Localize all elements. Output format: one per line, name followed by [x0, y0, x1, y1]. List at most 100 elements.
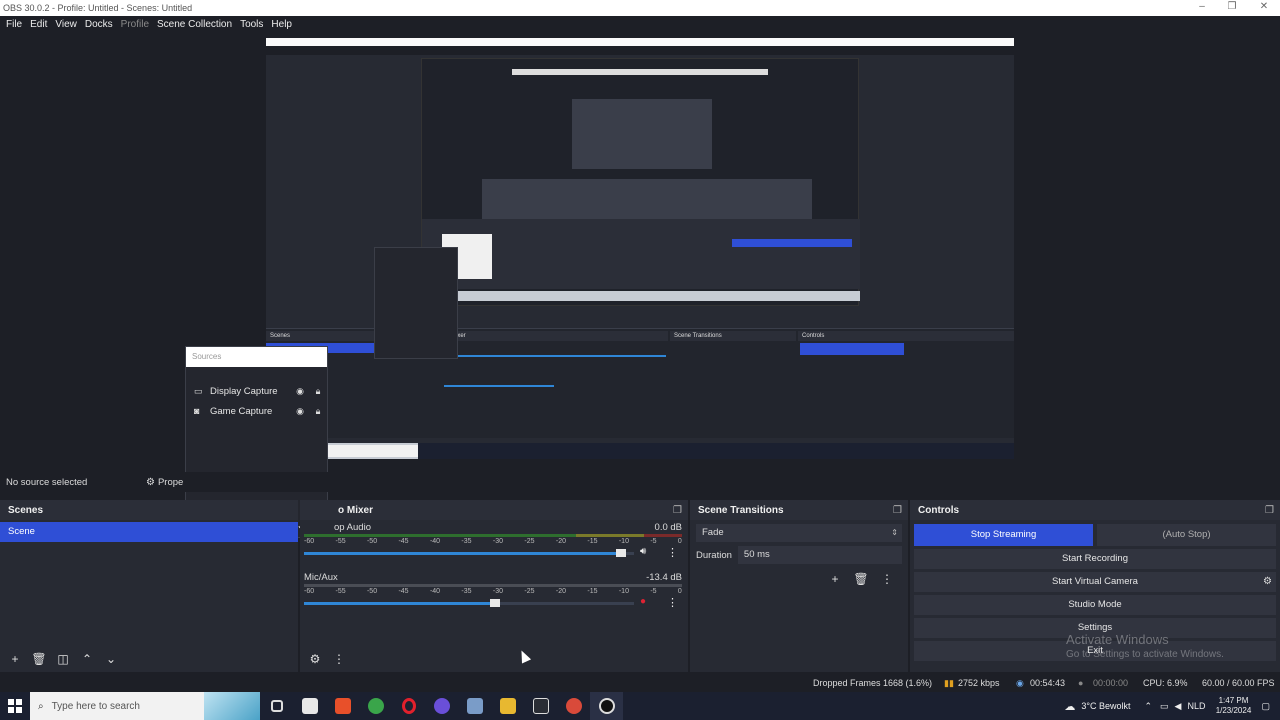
- record-time: 00:00:00: [1093, 678, 1129, 688]
- window-titlebar: OBS 30.0.2 - Profile: Untitled - Scenes:…: [0, 0, 1280, 16]
- file-explorer-icon[interactable]: [491, 692, 524, 720]
- scene-item[interactable]: Scene: [0, 522, 298, 542]
- obs-icon[interactable]: [590, 692, 623, 720]
- float-icon[interactable]: ❐: [1265, 505, 1274, 516]
- start-recording-button[interactable]: Start Recording: [914, 549, 1276, 569]
- duration-input[interactable]: 50 ms: [737, 546, 902, 564]
- menu-edit[interactable]: Edit: [26, 19, 51, 30]
- minimize-icon[interactable]: –: [1188, 0, 1216, 16]
- brave-icon[interactable]: [326, 692, 359, 720]
- stream-time: 00:54:43: [1030, 678, 1066, 688]
- window-title: OBS 30.0.2 - Profile: Untitled - Scenes:…: [3, 3, 193, 13]
- gear-icon[interactable]: ⚙: [1263, 572, 1272, 592]
- gear-icon: ⚙: [146, 476, 155, 488]
- auto-stop-button[interactable]: (Auto Stop): [1097, 524, 1276, 546]
- properties-button[interactable]: Prope: [158, 477, 183, 488]
- add-scene-icon[interactable]: +: [6, 650, 24, 668]
- stop-streaming-button[interactable]: Stop Streaming: [914, 524, 1093, 546]
- menu-docks[interactable]: Docks: [81, 19, 117, 30]
- volume-slider[interactable]: [304, 549, 634, 557]
- channel-name: Mic/Aux: [304, 572, 338, 583]
- menu-file[interactable]: File: [2, 19, 26, 30]
- volume-slider[interactable]: [304, 599, 634, 607]
- streaming-row: Stop Streaming (Auto Stop): [914, 524, 1276, 546]
- float-icon[interactable]: ❐: [673, 505, 682, 516]
- eye-icon[interactable]: ◉: [291, 386, 309, 397]
- lock-icon[interactable]: 🔒︎: [309, 386, 327, 397]
- menu-scene-collection[interactable]: Scene Collection: [153, 19, 236, 30]
- volume-icon[interactable]: ◀: [1175, 701, 1182, 712]
- meter-scale: -60 -55 -50 -45 -40 -35 -30 -25 -20 -15 -10 -5 0: [304, 588, 682, 595]
- mic-muted-icon[interactable]: ●: [640, 596, 646, 607]
- preview-canvas[interactable]: Scenes o Mixer Scene Transitions Control…: [266, 38, 1014, 459]
- mixer-channel-mic: Mic/Aux -13.4 dB -60 -55 -50 -45 -40 -35 -30 -2…: [300, 570, 688, 620]
- chevron-updown-icon: ⇕: [891, 528, 898, 537]
- controls-title: Controls: [918, 504, 960, 516]
- duration-label: Duration: [696, 549, 732, 561]
- chevron-up-icon[interactable]: ⌃: [1144, 701, 1152, 712]
- language-indicator[interactable]: NLD: [1187, 701, 1205, 711]
- nested-menubar: [266, 46, 1014, 55]
- app-icon[interactable]: [458, 692, 491, 720]
- taskbar-search[interactable]: ⌕ Type here to search: [30, 692, 260, 720]
- system-tray: ☁ 3°C Bewolkt ⌃ ▭ ◀ NLD 1:47 PM 1/23/202…: [1064, 692, 1280, 720]
- source-label: Display Capture: [210, 385, 278, 397]
- channel-db: -13.4 dB: [646, 572, 682, 583]
- mixer-channel-desktop: op Audio 0.0 dB -60 -55 -50 -45 -40 -35 -30 -25…: [300, 520, 688, 570]
- activate-title: Activate Windows: [1066, 632, 1169, 647]
- network-icon[interactable]: ▭: [1160, 701, 1169, 712]
- nested-titlebar: [266, 38, 1014, 46]
- move-up-icon[interactable]: ⌃: [78, 650, 96, 668]
- opera-icon[interactable]: [392, 692, 425, 720]
- nested-taskbar: [266, 443, 1014, 459]
- discord-icon[interactable]: [425, 692, 458, 720]
- menu-help[interactable]: Help: [267, 19, 296, 30]
- notification-icon[interactable]: ▢: [1261, 701, 1270, 712]
- restore-icon[interactable]: ❐: [1218, 0, 1246, 16]
- volume-knob[interactable]: [615, 549, 626, 557]
- clock[interactable]: 1:47 PM 1/23/2024: [1211, 696, 1255, 716]
- float-icon[interactable]: ❐: [893, 505, 902, 516]
- add-transition-icon[interactable]: +: [826, 570, 844, 588]
- stream-icon: ◉: [1016, 678, 1024, 688]
- lock-icon[interactable]: 🔒︎: [309, 406, 327, 417]
- move-down-icon[interactable]: ⌄: [102, 650, 120, 668]
- trash-icon[interactable]: 🗑︎: [30, 650, 48, 668]
- start-virtual-camera-button[interactable]: Start Virtual Camera ⚙: [914, 572, 1276, 592]
- windows-start-icon[interactable]: [0, 692, 30, 720]
- more-options-icon[interactable]: ⋮: [878, 570, 896, 588]
- nested-docks: Scenes o Mixer Scene Transitions Control…: [266, 247, 1014, 438]
- more-options-icon[interactable]: ⋮: [667, 546, 678, 559]
- eye-icon[interactable]: ◉: [291, 406, 309, 417]
- speaker-icon[interactable]: 🔊︎: [640, 546, 646, 557]
- filter-icon[interactable]: ◫: [54, 650, 72, 668]
- game-icon[interactable]: [524, 692, 557, 720]
- source-item-game-capture[interactable]: ◙ Game Capture ◉ 🔒︎: [186, 401, 327, 421]
- more-options-icon[interactable]: ⋮: [667, 596, 678, 609]
- more-options-icon[interactable]: ⋮: [330, 650, 348, 668]
- record-icon: ●: [1078, 678, 1084, 688]
- gamepad-icon: ◙: [194, 406, 200, 416]
- search-highlight-image: [204, 692, 260, 720]
- volume-fill: [304, 602, 496, 605]
- channel-name: op Audio: [334, 522, 371, 533]
- menu-profile[interactable]: Profile: [117, 19, 153, 30]
- channel-db: 0.0 dB: [654, 522, 682, 533]
- menu-tools[interactable]: Tools: [236, 19, 267, 30]
- trash-icon[interactable]: 🗑︎: [852, 570, 870, 588]
- source-item-display-capture[interactable]: ▭ Display Capture ◉ 🔒︎: [186, 381, 327, 401]
- studio-mode-button[interactable]: Studio Mode: [914, 595, 1276, 615]
- search-placeholder: Type here to search: [51, 700, 140, 712]
- calculator-icon[interactable]: [293, 692, 326, 720]
- volume-fill: [304, 552, 621, 555]
- scenes-header: Scenes: [0, 500, 298, 520]
- chrome-icon[interactable]: [359, 692, 392, 720]
- menu-view[interactable]: View: [51, 19, 81, 30]
- close-icon[interactable]: ✕: [1250, 0, 1278, 16]
- chrome-icon[interactable]: [557, 692, 590, 720]
- task-view-icon[interactable]: [260, 692, 293, 720]
- transition-select[interactable]: Fade ⇕: [696, 524, 902, 542]
- advanced-audio-icon[interactable]: ⚙: [306, 650, 324, 668]
- weather-text[interactable]: 3°C Bewolkt: [1081, 701, 1130, 711]
- volume-knob[interactable]: [490, 599, 501, 607]
